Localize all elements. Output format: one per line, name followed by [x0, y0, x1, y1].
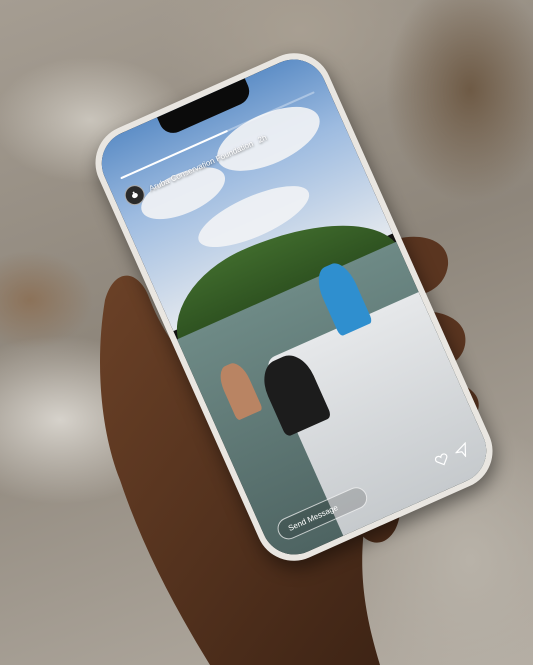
story-time: 2h	[256, 132, 268, 145]
turtle-logo-icon	[132, 191, 138, 199]
photo-scene: Aruba Conservation Foundation 2h Send Me…	[0, 0, 533, 665]
